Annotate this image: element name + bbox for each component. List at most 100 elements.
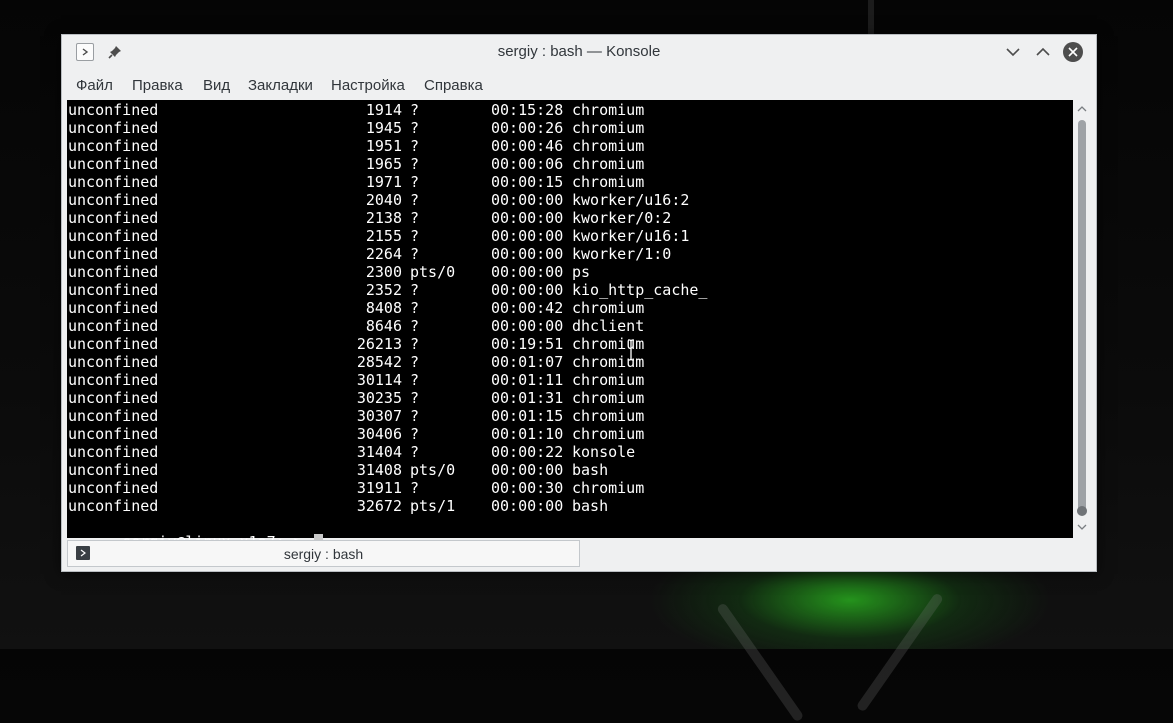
process-tty: ? [410, 155, 420, 173]
titlebar: sergiy : bash — Konsole [62, 35, 1096, 69]
process-time: 00:00:30 [491, 479, 564, 497]
process-row: unconfined 2300 pts/0 00:00:00 ps [68, 263, 968, 281]
process-pid: 1914 [365, 101, 402, 119]
process-time: 00:00:00 [491, 191, 564, 209]
process-time: 00:00:15 [491, 173, 564, 191]
process-time: 00:00:42 [491, 299, 564, 317]
process-time: 00:15:28 [491, 101, 564, 119]
process-user: unconfined [68, 497, 159, 515]
process-row: unconfined 2264? 00:00:00 kworker/1:0 [68, 245, 968, 263]
process-time: 00:00:00 [491, 209, 564, 227]
scrollbar-handle-dot [1077, 506, 1087, 516]
process-tty: ? [410, 479, 420, 497]
menu-help[interactable]: Справка [424, 77, 483, 94]
process-command: konsole [572, 443, 636, 461]
ibeam-cursor-icon [628, 339, 634, 361]
process-user: unconfined [68, 353, 159, 371]
process-command: bash [572, 497, 609, 515]
process-row: unconfined 30114? 00:01:11 chromium [68, 371, 968, 389]
process-command: chromium [572, 371, 645, 389]
process-row: unconfined 8646? 00:00:00 dhclient [68, 317, 968, 335]
process-row: unconfined 2138? 00:00:00 kworker/0:2 [68, 209, 968, 227]
process-row: unconfined 28542? 00:01:07 chromium [68, 353, 968, 371]
process-user: unconfined [68, 137, 159, 155]
process-pid: 30307 [356, 407, 402, 425]
session-tab[interactable]: sergiy : bash [67, 540, 580, 567]
menu-file[interactable]: Файл [76, 77, 113, 94]
process-pid: 2300 [365, 263, 402, 281]
process-time: 00:01:11 [491, 371, 564, 389]
process-user: unconfined [68, 191, 159, 209]
process-time: 00:01:15 [491, 407, 564, 425]
process-command: kworker/u16:1 [572, 227, 690, 245]
process-command: chromium [572, 299, 645, 317]
process-tty: ? [410, 389, 420, 407]
menubar: Файл Правка Вид Закладки Настройка Справ… [62, 73, 1096, 99]
process-tty: ? [410, 209, 420, 227]
process-tty: ? [410, 335, 420, 353]
process-pid: 2352 [365, 281, 402, 299]
process-time: 00:00:46 [491, 137, 564, 155]
process-row: unconfined 31404? 00:00:22 konsole [68, 443, 968, 461]
terminal-output[interactable]: unconfined 1914? 00:15:28 chromium unconfine… [67, 100, 1073, 551]
process-user: unconfined [68, 479, 159, 497]
process-command: kworker/0:2 [572, 209, 672, 227]
process-row: unconfined 31911? 00:00:30 chromium [68, 479, 968, 497]
scrollbar-thumb[interactable] [1078, 120, 1086, 515]
process-tty: ? [410, 245, 420, 263]
process-user: unconfined [68, 101, 159, 119]
process-tty: pts/1 [410, 497, 456, 515]
process-pid: 31408 [356, 461, 402, 479]
process-command: ps [572, 263, 591, 281]
process-command: chromium [572, 119, 645, 137]
vertical-scrollbar[interactable] [1075, 100, 1089, 538]
process-user: unconfined [68, 227, 159, 245]
process-user: unconfined [68, 335, 159, 353]
process-tty: ? [410, 425, 420, 443]
process-pid: 2155 [365, 227, 402, 245]
process-tty: ? [410, 227, 420, 245]
process-user: unconfined [68, 245, 159, 263]
process-time: 00:00:26 [491, 119, 564, 137]
process-command: kworker/1:0 [572, 245, 672, 263]
process-command: bash [572, 461, 609, 479]
process-pid: 1971 [365, 173, 402, 191]
maximize-button[interactable] [1034, 43, 1052, 61]
process-time: 00:00:00 [491, 461, 564, 479]
process-tty: ? [410, 137, 420, 155]
scroll-down-icon[interactable] [1077, 522, 1087, 532]
close-icon [1068, 47, 1078, 57]
menu-settings[interactable]: Настройка [331, 77, 405, 94]
menu-edit[interactable]: Правка [132, 77, 183, 94]
process-command: chromium [572, 101, 645, 119]
menu-view[interactable]: Вид [203, 77, 230, 94]
scroll-up-icon[interactable] [1077, 104, 1087, 114]
process-command: kworker/u16:2 [572, 191, 690, 209]
process-user: unconfined [68, 263, 159, 281]
process-user: unconfined [68, 425, 159, 443]
process-command: chromium [572, 425, 645, 443]
process-tty: ? [410, 299, 420, 317]
process-tty: ? [410, 173, 420, 191]
process-tty: ? [410, 119, 420, 137]
process-time: 00:00:00 [491, 263, 564, 281]
process-user: unconfined [68, 299, 159, 317]
process-pid: 30235 [356, 389, 402, 407]
close-button[interactable] [1063, 42, 1083, 62]
background-decoration [855, 592, 945, 713]
process-time: 00:00:00 [491, 245, 564, 263]
process-row: unconfined 1945? 00:00:26 chromium [68, 119, 968, 137]
minimize-button[interactable] [1004, 43, 1022, 61]
process-row: unconfined 2352? 00:00:00 kio_http_cache_ [68, 281, 968, 299]
process-row: unconfined 26213? 00:19:51 chromium [68, 335, 968, 353]
process-time: 00:01:31 [491, 389, 564, 407]
tab-label: sergiy : bash [283, 546, 364, 562]
chevron-down-icon [1006, 48, 1020, 57]
process-time: 00:00:00 [491, 317, 564, 335]
menu-bookmarks[interactable]: Закладки [248, 77, 313, 94]
process-row: unconfined 1965? 00:00:06 chromium [68, 155, 968, 173]
process-tty: ? [410, 281, 420, 299]
process-command: chromium [572, 155, 645, 173]
process-pid: 28542 [356, 353, 402, 371]
process-user: unconfined [68, 407, 159, 425]
